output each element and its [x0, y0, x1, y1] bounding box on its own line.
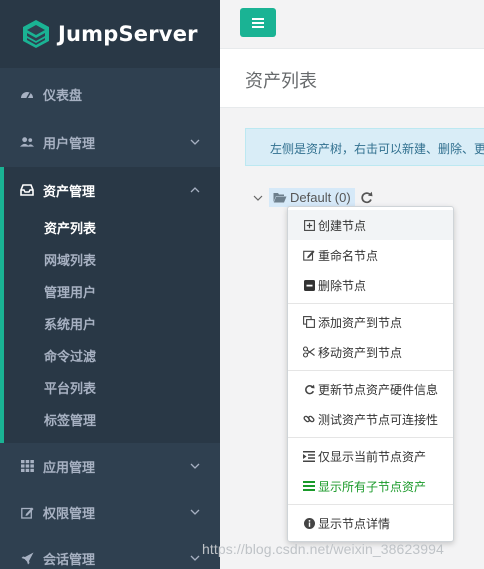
- tree-expand-toggle-icon[interactable]: [253, 194, 263, 202]
- sidebar-item-users[interactable]: 用户管理: [0, 119, 220, 165]
- menu-divider: [288, 370, 453, 371]
- menu-item-update-hardware-info[interactable]: 更新节点资产硬件信息: [288, 374, 453, 404]
- minus-square-icon: [303, 279, 315, 291]
- sidebar-item-label: 资产管理: [43, 183, 96, 199]
- submenu-item-domain-list[interactable]: 网域列表: [4, 245, 220, 277]
- chevron-down-icon: [190, 509, 200, 515]
- info-alert: 左侧是资产树，右击可以新建、删除、更: [245, 128, 484, 166]
- inbox-icon: [20, 183, 34, 197]
- link-icon: [303, 413, 315, 425]
- submenu-item-command-filter[interactable]: 命令过滤: [4, 341, 220, 373]
- edit-icon: [20, 505, 34, 519]
- sidebar-item-dashboard[interactable]: 仪表盘: [0, 71, 220, 117]
- menu-item-label: 添加资产到节点: [318, 315, 403, 330]
- menu-item-label: 更新节点资产硬件信息: [318, 382, 439, 397]
- page-heading: 资产列表: [220, 49, 484, 108]
- asset-tree-root: Default (0): [253, 188, 373, 207]
- submenu-item-label-management[interactable]: 标签管理: [4, 405, 220, 437]
- brand-name: JumpServer: [58, 22, 198, 46]
- menu-item-label: 删除节点: [318, 278, 367, 293]
- dashboard-icon: [20, 87, 34, 101]
- chevron-down-icon: [190, 463, 200, 469]
- refresh-icon[interactable]: [360, 191, 373, 204]
- sidebar-item-label: 用户管理: [43, 135, 96, 151]
- sidebar: JumpServer 仪表盘 用户管理 资产管理 资产列表 网域列表 管理用户 …: [0, 0, 220, 569]
- submenu-item-system-user[interactable]: 系统用户: [4, 309, 220, 341]
- menu-item-add-asset-to-node[interactable]: 添加资产到节点: [288, 307, 453, 337]
- menu-divider: [288, 303, 453, 304]
- copy-icon: [303, 316, 315, 328]
- watermark: https://blog.csdn.net/weixin_38623994: [202, 541, 444, 557]
- menu-item-delete-node[interactable]: 删除节点: [288, 270, 453, 300]
- sidebar-item-sessions[interactable]: 会话管理: [0, 535, 220, 569]
- edit-icon: [303, 249, 315, 261]
- chevron-up-icon: [190, 187, 200, 193]
- chevron-down-icon: [190, 139, 200, 145]
- tree-node-label: Default (0): [290, 190, 351, 205]
- folder-open-icon: [273, 193, 287, 203]
- chevron-down-icon: [190, 555, 200, 561]
- menu-divider: [288, 437, 453, 438]
- grid-icon: [20, 459, 34, 473]
- scissors-icon: [303, 346, 315, 358]
- assets-submenu: 资产列表 网域列表 管理用户 系统用户 命令过滤 平台列表 标签管理: [0, 213, 220, 443]
- sidebar-toggle-button[interactable]: [240, 8, 276, 37]
- refresh-icon: [303, 383, 315, 395]
- menu-item-test-connectivity[interactable]: 测试资产节点可连接性: [288, 404, 453, 434]
- menu-divider: [288, 504, 453, 505]
- menu-item-label: 移动资产到节点: [318, 345, 403, 360]
- list-icon: [303, 480, 315, 492]
- sidebar-item-label: 仪表盘: [43, 87, 83, 103]
- info-circle-icon: [303, 517, 315, 529]
- menu-item-label: 显示所有子节点资产: [318, 479, 427, 494]
- tree-context-menu: 创建节点 重命名节点 删除节点 添加资产到节点 移动资产到节点 更新节点资产硬件…: [287, 206, 454, 542]
- rocket-icon: [20, 551, 34, 565]
- submenu-item-admin-user[interactable]: 管理用户: [4, 277, 220, 309]
- menu-item-move-asset-to-node[interactable]: 移动资产到节点: [288, 337, 453, 367]
- jumpserver-logo-icon: [23, 20, 49, 48]
- sidebar-item-permissions[interactable]: 权限管理: [0, 489, 220, 535]
- menu-item-label: 创建节点: [318, 218, 367, 233]
- menu-item-label: 显示节点详情: [318, 516, 391, 531]
- menu-item-label: 仅显示当前节点资产: [318, 449, 427, 464]
- sidebar-item-assets[interactable]: 资产管理: [0, 167, 220, 213]
- top-navbar: [220, 0, 484, 49]
- menu-item-create-node[interactable]: 创建节点: [288, 210, 453, 240]
- menu-item-show-all-child-assets[interactable]: 显示所有子节点资产: [288, 471, 453, 501]
- sidebar-item-label: 会话管理: [43, 551, 96, 567]
- submenu-item-platform-list[interactable]: 平台列表: [4, 373, 220, 405]
- plus-square-icon: [303, 219, 315, 231]
- logo[interactable]: JumpServer: [0, 0, 220, 68]
- menu-item-label: 测试资产节点可连接性: [318, 412, 439, 427]
- tree-node-default[interactable]: Default (0): [269, 188, 355, 207]
- sidebar-item-applications[interactable]: 应用管理: [0, 443, 220, 489]
- submenu-item-asset-list[interactable]: 资产列表: [4, 213, 220, 245]
- indent-icon: [303, 450, 315, 462]
- users-icon: [20, 135, 34, 149]
- menu-item-show-current-node-assets[interactable]: 仅显示当前节点资产: [288, 441, 453, 471]
- menu-item-show-node-details[interactable]: 显示节点详情: [288, 508, 453, 538]
- menu-item-rename-node[interactable]: 重命名节点: [288, 240, 453, 270]
- page-title: 资产列表: [245, 71, 317, 91]
- sidebar-item-label: 权限管理: [43, 505, 96, 521]
- hamburger-icon: [252, 17, 264, 28]
- sidebar-item-label: 应用管理: [43, 459, 96, 475]
- menu-item-label: 重命名节点: [318, 248, 379, 263]
